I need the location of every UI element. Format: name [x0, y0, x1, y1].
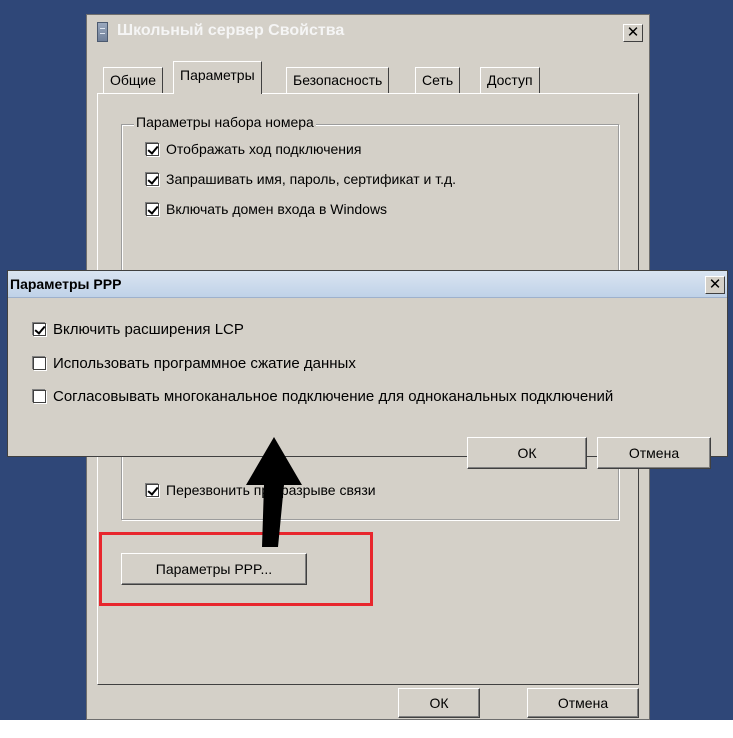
cancel-button[interactable]: Отмена [527, 688, 639, 718]
up-arrow-icon [246, 437, 302, 547]
close-icon: ✕ [626, 24, 640, 41]
checkbox[interactable] [33, 390, 46, 403]
tab-label: Доступ [487, 72, 533, 88]
cancel-label: Отмена [628, 445, 680, 461]
ok-label: ОК [429, 695, 449, 711]
dialog-title: Параметры PPP [10, 276, 122, 292]
checkbox[interactable] [33, 357, 46, 370]
option-label: Включить расширения LCP [53, 321, 244, 338]
tab-label: Сеть [422, 72, 454, 88]
cancel-label: Отмена [557, 695, 609, 711]
dialog-cancel-button[interactable]: Отмена [597, 437, 711, 469]
tab-parameters[interactable]: Параметры [173, 61, 262, 94]
bottom-strip [0, 720, 733, 738]
option-software-compression[interactable]: Использовать программное сжатие данных [33, 355, 356, 372]
ppp-dialog: Параметры PPP ✕ Включить расширения LCP … [7, 270, 728, 469]
tab-label: Общие [110, 72, 157, 88]
option-label: Использовать программное сжатие данных [53, 355, 356, 372]
server-icon [97, 22, 108, 42]
tab-security[interactable]: Безопасность [286, 67, 390, 93]
option-multilink[interactable]: Согласовывать многоканальное подключение… [33, 388, 613, 405]
checkbox[interactable] [33, 323, 46, 336]
close-button[interactable]: ✕ [623, 24, 643, 42]
dialog-ok-button[interactable]: ОК [467, 437, 587, 469]
option-label: Согласовывать многоканальное подключение… [53, 388, 614, 405]
option-lcp-extensions[interactable]: Включить расширения LCP [33, 321, 244, 338]
dialog-close-button[interactable]: ✕ [705, 276, 725, 294]
ok-button[interactable]: ОК [398, 688, 480, 718]
tab-label: Безопасность [293, 72, 383, 88]
ok-label: ОК [517, 445, 537, 461]
tab-network[interactable]: Сеть [415, 67, 461, 93]
tab-label: Параметры [180, 67, 255, 83]
window-title: Школьный сервер Свойства [117, 22, 345, 39]
tab-general[interactable]: Общие [103, 67, 164, 93]
close-icon: ✕ [708, 276, 722, 293]
dialog-title-bar[interactable]: Параметры PPP ✕ [8, 271, 727, 298]
title-bar[interactable]: Школьный сервер Свойства ✕ [87, 15, 649, 49]
tab-access[interactable]: Доступ [480, 67, 540, 93]
